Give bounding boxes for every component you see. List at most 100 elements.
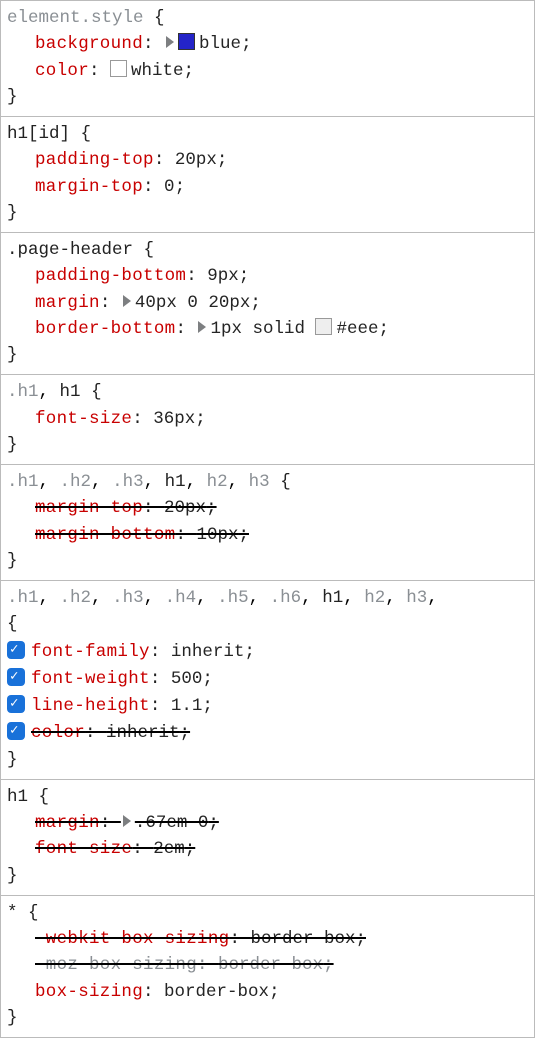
css-declaration[interactable]: -moz-box-sizing: border-box; — [7, 952, 528, 978]
css-declaration[interactable]: margin-top: 20px; — [7, 495, 528, 521]
selector[interactable]: h1 — [165, 472, 186, 492]
selector[interactable]: element.style — [7, 8, 144, 28]
css-declaration[interactable]: border-bottom: 1px solid #eee; — [7, 316, 528, 342]
css-property[interactable]: font-size — [35, 839, 132, 859]
selector-line[interactable]: .h1, .h2, .h3, h1, h2, h3 { — [7, 469, 528, 495]
selector[interactable]: .h2 — [60, 588, 92, 608]
selector[interactable]: .h1 — [7, 588, 39, 608]
color-swatch[interactable] — [110, 60, 127, 77]
color-swatch[interactable] — [315, 318, 332, 335]
css-property[interactable]: margin-bottom — [35, 525, 175, 545]
selector-line[interactable]: h1[id] { — [7, 121, 528, 147]
selector[interactable]: h2 — [364, 588, 385, 608]
css-value[interactable]: blue — [199, 34, 241, 54]
css-value[interactable]: border-box — [250, 929, 355, 949]
css-value[interactable]: border-box — [164, 982, 269, 1002]
css-property[interactable]: padding-top — [35, 150, 154, 170]
css-declaration[interactable]: color: inherit; — [7, 719, 528, 746]
css-value[interactable]: 9px — [207, 266, 239, 286]
css-property[interactable]: box-sizing — [35, 982, 143, 1002]
css-property[interactable]: font-weight — [31, 669, 150, 689]
css-property[interactable]: font-size — [35, 409, 132, 429]
css-value[interactable]: 500 — [171, 669, 203, 689]
selector[interactable]: h2 — [207, 472, 228, 492]
property-checkbox[interactable] — [7, 722, 25, 740]
css-declaration[interactable]: -webkit-box-sizing: border-box; — [7, 926, 528, 952]
css-value[interactable]: 0 — [164, 177, 175, 197]
selector[interactable]: h3 — [406, 588, 427, 608]
css-property[interactable]: margin-top — [35, 498, 143, 518]
selector[interactable]: h1 — [7, 787, 28, 807]
selector[interactable]: .h3 — [112, 472, 144, 492]
css-declaration[interactable]: padding-top: 20px; — [7, 147, 528, 173]
selector[interactable]: h1 — [60, 382, 81, 402]
css-property[interactable]: color — [35, 61, 89, 81]
selector[interactable]: .h1 — [7, 472, 39, 492]
css-property[interactable]: font-family — [31, 642, 150, 662]
css-property[interactable]: color — [31, 723, 85, 743]
css-property[interactable]: border-bottom — [35, 319, 175, 339]
css-declaration[interactable]: color: white; — [7, 58, 528, 84]
selector-line[interactable]: h1 { — [7, 784, 528, 810]
selector[interactable]: .h5 — [217, 588, 249, 608]
expand-icon[interactable] — [123, 295, 131, 307]
color-swatch[interactable] — [178, 33, 195, 50]
selector[interactable]: .h4 — [165, 588, 197, 608]
selector[interactable]: .h3 — [112, 588, 144, 608]
css-value[interactable]: border-box — [218, 955, 323, 975]
expand-icon[interactable] — [166, 36, 174, 48]
css-value[interactable]: white — [131, 61, 184, 81]
selector[interactable]: .h1 — [7, 382, 39, 402]
selector[interactable]: * — [7, 903, 18, 923]
css-declaration[interactable]: padding-bottom: 9px; — [7, 263, 528, 289]
css-declaration[interactable]: line-height: 1.1; — [7, 692, 528, 719]
css-value[interactable]: #eee — [336, 319, 378, 339]
css-value[interactable]: 10px — [196, 525, 238, 545]
css-declaration[interactable]: margin: .67em 0; — [7, 810, 528, 836]
selector-line[interactable]: * { — [7, 900, 528, 926]
css-property[interactable]: margin — [35, 813, 100, 833]
selector-line[interactable]: .h1, .h2, .h3, .h4, .h5, .h6, h1, h2, h3… — [7, 585, 528, 611]
css-value[interactable]: 1.1 — [171, 696, 203, 716]
css-value[interactable]: 40px 0 20px — [135, 293, 251, 313]
css-declaration[interactable]: font-size: 2em; — [7, 836, 528, 862]
selector[interactable]: .h6 — [270, 588, 302, 608]
colon: : — [154, 150, 175, 170]
css-property[interactable]: line-height — [31, 696, 150, 716]
css-declaration[interactable]: margin-bottom: 10px; — [7, 522, 528, 548]
expand-icon[interactable] — [198, 321, 206, 333]
css-declaration[interactable]: font-size: 36px; — [7, 406, 528, 432]
css-declaration[interactable]: margin: 40px 0 20px; — [7, 290, 528, 316]
property-checkbox[interactable] — [7, 641, 25, 659]
css-declaration[interactable]: font-weight: 500; — [7, 665, 528, 692]
css-property[interactable]: margin — [35, 293, 100, 313]
css-declaration[interactable]: font-family: inherit; — [7, 638, 528, 665]
css-value[interactable]: inherit — [171, 642, 245, 662]
css-value[interactable]: 2em — [153, 839, 185, 859]
css-property[interactable]: background — [35, 34, 143, 54]
css-property[interactable]: margin-top — [35, 177, 143, 197]
selector-line[interactable]: .page-header { — [7, 237, 528, 263]
css-property[interactable]: -moz-box-sizing — [35, 955, 197, 975]
selector-line[interactable]: .h1, h1 { — [7, 379, 528, 405]
css-declaration[interactable]: background: blue; — [7, 31, 528, 57]
expand-icon[interactable] — [123, 815, 131, 827]
css-value[interactable]: 1px solid — [210, 319, 315, 339]
css-value[interactable]: 36px — [153, 409, 195, 429]
selector[interactable]: h1[id] — [7, 124, 70, 144]
css-declaration[interactable]: box-sizing: border-box; — [7, 979, 528, 1005]
selector-line[interactable]: element.style { — [7, 5, 528, 31]
selector[interactable]: h1 — [322, 588, 343, 608]
css-value[interactable]: 20px — [164, 498, 206, 518]
css-value[interactable]: .67em 0 — [135, 813, 209, 833]
css-declaration[interactable]: margin-top: 0; — [7, 174, 528, 200]
css-value[interactable]: 20px — [175, 150, 217, 170]
css-property[interactable]: -webkit-box-sizing — [35, 929, 229, 949]
selector[interactable]: h3 — [249, 472, 270, 492]
selector[interactable]: .page-header — [7, 240, 133, 260]
property-checkbox[interactable] — [7, 668, 25, 686]
css-property[interactable]: padding-bottom — [35, 266, 186, 286]
selector[interactable]: .h2 — [60, 472, 92, 492]
property-checkbox[interactable] — [7, 695, 25, 713]
css-value[interactable]: inherit — [106, 723, 180, 743]
